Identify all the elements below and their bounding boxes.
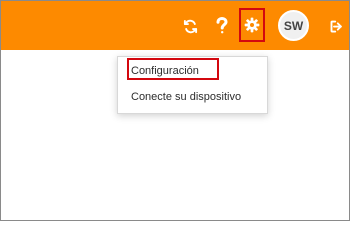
menu-item-connect-device[interactable]: Conecte su dispositivo (131, 89, 241, 105)
settings-dropdown-menu: Configuración Conecte su dispositivo (117, 56, 268, 114)
menu-item-configuration[interactable]: Configuración (131, 63, 199, 79)
settings-button[interactable] (239, 8, 265, 42)
app-window: SW Configuración Conecte su dispositivo (0, 0, 350, 221)
help-button[interactable] (211, 15, 233, 37)
user-avatar[interactable]: SW (278, 10, 309, 41)
top-navigation-bar: SW (1, 1, 349, 50)
gear-icon (244, 17, 260, 33)
logout-icon (330, 20, 342, 32)
help-icon (216, 17, 228, 34)
refresh-icon (183, 19, 197, 33)
logout-button[interactable] (325, 15, 347, 37)
refresh-button[interactable] (179, 15, 201, 37)
